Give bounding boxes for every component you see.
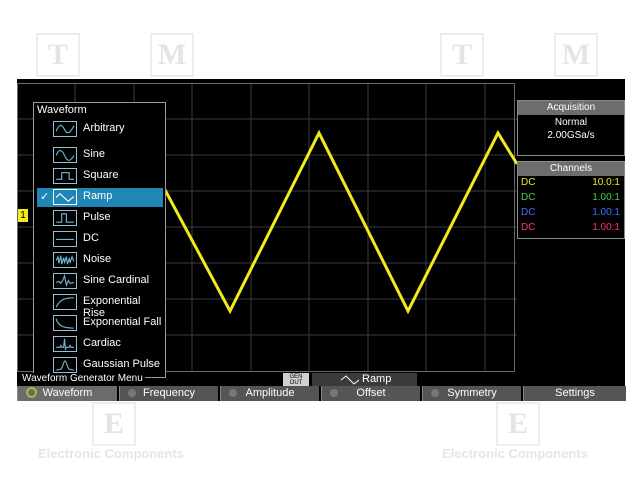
acquisition-title: Acquisition [518,101,624,115]
sample-rate: 2.00GSa/s [547,130,595,141]
acquisition-panel[interactable]: Acquisition Normal 2.00GSa/s [517,100,625,156]
menu-item-dc[interactable]: DC [37,230,163,249]
watermark-text: Electronic Components [38,446,184,461]
dc-wave-icon [53,231,77,247]
wave-status: Ramp [312,373,417,386]
exp-fall-icon [53,315,77,331]
softkey-amplitude[interactable]: Amplitude [220,386,319,401]
channel-coupling: DC [521,177,536,188]
softkey-frequency[interactable]: Frequency [119,386,218,401]
acquisition-mode: Normal [554,117,588,128]
cardiac-wave-icon [53,336,77,352]
menu-item-arbitrary[interactable]: Arbitrary [37,120,163,139]
menu-item-label: Square [83,169,119,181]
watermark-text: Electronic Components [442,446,588,461]
menu-item-label: Pulse [83,211,111,223]
channels-panel[interactable]: Channels DC 10.0:1 DC 1.00:1 DC 1.00:1 DC 1.00:… [517,161,625,239]
rotate-knob-icon [26,387,37,398]
channels-title: Channels [518,162,624,176]
watermark-letter-m: M [554,33,598,77]
channel-probe-ratio: 1.00:1 [592,192,620,203]
knob-icon [431,389,439,397]
softkey-bar: Waveform Frequency Amplitude Offset Symm… [17,386,626,401]
ramp-wave-icon [53,189,77,205]
channel1-marker[interactable]: 1 [18,209,28,222]
knob-icon [330,389,338,397]
square-wave-icon [53,168,77,184]
knob-icon [128,389,136,397]
menu-item-label: Noise [83,253,112,265]
gen-out-indicator: GEN OUT [283,373,309,386]
watermark-letter-e: E [92,402,136,446]
softkey-label: Amplitude [245,387,295,399]
sinc-wave-icon [53,273,77,289]
menu-item-label: Arbitrary [83,122,125,134]
watermark-letter-e: E [496,402,540,446]
menu-caption: Waveform Generator Menu [20,373,145,384]
softkey-offset[interactable]: Offset [321,386,420,401]
menu-item-pulse[interactable]: Pulse [37,209,163,228]
softkey-label: Symmetry [447,387,497,399]
knob-icon [229,389,237,397]
channel-row: DC 1.00:1 [518,191,624,206]
waveform-menu[interactable]: Waveform Arbitrary Sine Square ✓ Ramp Pulse DC… [33,102,166,378]
ramp-wave-icon [340,375,360,385]
menu-item-label: Sine [83,148,106,160]
channel-probe-ratio: 1.00:1 [592,222,620,233]
softkey-waveform[interactable]: Waveform [17,386,117,401]
menu-item-sine-cardinal[interactable]: Sine Cardinal [37,272,163,291]
menu-item-label: Ramp [83,190,113,202]
exp-rise-icon [53,294,77,310]
menu-title: Waveform [37,104,87,116]
menu-item-label: Gaussian Pulse [83,358,161,370]
watermark-letter-m: M [150,33,194,77]
pulse-wave-icon [53,210,77,226]
menu-item-sine[interactable]: Sine [37,146,163,165]
softkey-label: Settings [555,387,595,399]
sine-wave-icon [53,147,77,163]
wave-name: Ramp [362,373,392,385]
menu-item-label: Sine Cardinal [83,274,150,286]
menu-item-ramp[interactable]: ✓ Ramp [37,188,163,207]
channel-probe-ratio: 10.0:1 [592,177,620,188]
gen-out-line1: GEN [289,374,303,380]
channel-coupling: DC [521,207,536,218]
softkey-label: Waveform [42,387,93,399]
channel-coupling: DC [521,192,536,203]
watermark-letter-t: T [440,33,484,77]
menu-item-label: Exponential Fall [83,316,162,328]
arbitrary-wave-icon [53,121,77,137]
channel-probe-ratio: 1.00:1 [592,207,620,218]
channel-row: DC 10.0:1 [518,176,624,191]
watermark-letter-t: T [36,33,80,77]
noise-wave-icon [53,252,77,268]
softkey-symmetry[interactable]: Symmetry [422,386,521,401]
softkey-label: Offset [356,387,386,399]
menu-item-noise[interactable]: Noise [37,251,163,270]
menu-item-label: DC [83,232,99,244]
softkey-settings[interactable]: Settings [523,386,626,401]
softkey-label: Frequency [143,387,195,399]
menu-item-exponential-rise[interactable]: Exponential Rise [37,293,163,319]
channel-row: DC 1.00:1 [518,206,624,221]
menu-item-label: Cardiac [83,337,121,349]
channel-row: DC 1.00:1 [518,221,624,236]
check-icon: ✓ [40,191,50,203]
menu-item-square[interactable]: Square [37,167,163,186]
channel-coupling: DC [521,222,536,233]
menu-item-cardiac[interactable]: Cardiac [37,335,163,354]
menu-item-exponential-fall[interactable]: Exponential Fall [37,314,163,333]
gaussian-pulse-icon [53,357,77,373]
